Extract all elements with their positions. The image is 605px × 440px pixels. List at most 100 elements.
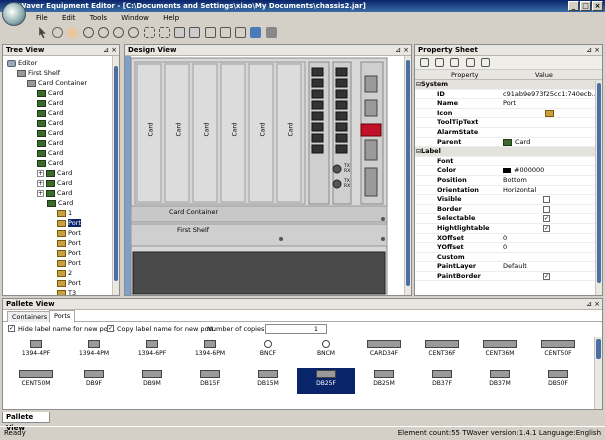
- pin-icon[interactable]: ⊿: [586, 299, 592, 310]
- property-checkbox[interactable]: ✓: [543, 215, 550, 223]
- property-checkbox[interactable]: ✓: [543, 272, 550, 280]
- property-row[interactable]: ID c91ab9e973f25cc1:740ecb...: [415, 90, 602, 100]
- property-row[interactable]: Font: [415, 157, 602, 167]
- property-row[interactable]: Custom: [415, 253, 602, 263]
- collapse-icon[interactable]: ⊟: [416, 80, 421, 90]
- collapse-all-icon[interactable]: [465, 58, 475, 67]
- property-checkbox[interactable]: [543, 205, 550, 213]
- property-row[interactable]: Color #000000: [415, 166, 602, 176]
- property-category[interactable]: System ⊟: [415, 80, 602, 90]
- tab-containers[interactable]: Containers: [7, 311, 53, 322]
- close-icon[interactable]: ×: [111, 45, 117, 56]
- refresh-icon[interactable]: [480, 58, 490, 67]
- property-value[interactable]: 0: [503, 234, 601, 244]
- property-scrollbar[interactable]: [595, 81, 602, 295]
- pallete-scrollbar-thumb[interactable]: [596, 339, 601, 359]
- pallete-item[interactable]: DB15F: [181, 368, 239, 394]
- zoom-out-icon[interactable]: [97, 27, 109, 38]
- property-category[interactable]: Label ⊟: [415, 147, 602, 157]
- pallete-item[interactable]: DB15M: [239, 368, 297, 394]
- pin-icon[interactable]: ⊿: [586, 45, 592, 56]
- tree-item[interactable]: Card: [7, 128, 119, 138]
- tree-item[interactable]: Port: [7, 278, 119, 288]
- tree-item[interactable]: Editor: [7, 58, 119, 68]
- tree-item[interactable]: T3: [7, 288, 119, 295]
- tree-item[interactable]: Card: [7, 198, 119, 208]
- tree-item[interactable]: Card Container: [7, 78, 119, 88]
- layout-icon[interactable]: [204, 27, 216, 38]
- zoom-tool-icon[interactable]: [52, 27, 64, 38]
- categorized-icon[interactable]: [420, 58, 429, 67]
- expand-all-icon[interactable]: [450, 58, 460, 67]
- pin-icon[interactable]: ⊿: [395, 45, 401, 56]
- pallete-item[interactable]: BNCF: [239, 338, 297, 364]
- property-row[interactable]: ToolTipText: [415, 118, 602, 128]
- align-left-icon[interactable]: [143, 27, 155, 38]
- select-tool-icon[interactable]: [39, 27, 46, 38]
- tree-item[interactable]: + Card: [7, 178, 119, 188]
- group-icon[interactable]: [174, 27, 186, 38]
- hide-label-checkbox[interactable]: ✓: [8, 325, 15, 332]
- property-value[interactable]: Default: [503, 262, 601, 272]
- tree-item[interactable]: Card: [7, 138, 119, 148]
- maximize-button[interactable]: □: [580, 1, 591, 11]
- property-row[interactable]: Visible: [415, 195, 602, 205]
- tree-scrollbar[interactable]: [112, 56, 119, 295]
- open-folder-icon[interactable]: [250, 27, 262, 38]
- collapse-icon[interactable]: ⊟: [416, 147, 421, 157]
- tree-item[interactable]: + Card: [7, 188, 119, 198]
- property-row[interactable]: Icon: [415, 109, 602, 119]
- pallete-item[interactable]: DB37M: [471, 368, 529, 394]
- pallete-item[interactable]: CENT50M: [7, 368, 65, 394]
- tree-item[interactable]: Port: [7, 218, 119, 228]
- pallete-item[interactable]: DB37F: [413, 368, 471, 394]
- property-row[interactable]: Position Bottom: [415, 176, 602, 186]
- expand-icon[interactable]: +: [37, 189, 44, 197]
- design-scrollbar[interactable]: [404, 56, 411, 295]
- property-row[interactable]: AlarmState: [415, 128, 602, 138]
- property-row[interactable]: PaintBorder ✓: [415, 272, 602, 282]
- property-row[interactable]: Name Port: [415, 99, 602, 109]
- pallete-item[interactable]: 1394-4PM: [65, 338, 123, 364]
- pallete-item[interactable]: DB50F: [529, 368, 587, 394]
- close-icon[interactable]: ×: [594, 299, 600, 310]
- save-icon[interactable]: [265, 27, 277, 38]
- ungroup-icon[interactable]: [189, 27, 201, 38]
- menu-file[interactable]: File: [36, 12, 48, 24]
- property-row[interactable]: Border: [415, 205, 602, 215]
- property-scrollbar-thumb[interactable]: [597, 83, 601, 283]
- pallete-item[interactable]: 1394-6PM: [181, 338, 239, 364]
- close-button[interactable]: ×: [592, 1, 603, 11]
- hand-tool-icon[interactable]: [67, 27, 79, 38]
- tree-item[interactable]: Card: [7, 108, 119, 118]
- property-row[interactable]: YOffset 0: [415, 243, 602, 253]
- pallete-scrollbar[interactable]: [594, 337, 602, 409]
- pallete-item[interactable]: CENT50F: [529, 338, 587, 364]
- property-row[interactable]: Orientation Horizontal: [415, 186, 602, 196]
- property-row[interactable]: XOffset 0: [415, 234, 602, 244]
- tree-scrollbar-thumb[interactable]: [114, 66, 118, 281]
- pallete-item[interactable]: CENT36M: [471, 338, 529, 364]
- tree-item[interactable]: 2: [7, 268, 119, 278]
- tree-item[interactable]: Card: [7, 118, 119, 128]
- property-row[interactable]: Parent Card: [415, 138, 602, 148]
- tree-item[interactable]: + Card: [7, 168, 119, 178]
- pallete-item[interactable]: DB25F: [297, 368, 355, 394]
- zoom-fit-icon[interactable]: [128, 27, 140, 38]
- tree-item[interactable]: Port: [7, 248, 119, 258]
- property-value[interactable]: Bottom: [503, 176, 601, 186]
- property-value[interactable]: c91ab9e973f25cc1:740ecb...: [503, 90, 601, 100]
- tree-item[interactable]: Card: [7, 148, 119, 158]
- menu-edit[interactable]: Edit: [62, 12, 76, 24]
- pallete-item[interactable]: CARD34F: [355, 338, 413, 364]
- property-value[interactable]: Horizontal: [503, 186, 601, 196]
- expand-icon[interactable]: +: [37, 179, 44, 187]
- pallete-view-bottom-tab[interactable]: Pallete View: [2, 412, 50, 432]
- property-value[interactable]: Port: [503, 99, 601, 109]
- tree-item[interactable]: Card: [7, 158, 119, 168]
- tree-item[interactable]: Card: [7, 88, 119, 98]
- property-value[interactable]: Card: [515, 138, 602, 148]
- align-right-icon[interactable]: [158, 27, 170, 38]
- pallete-item[interactable]: 1394-4PF: [7, 338, 65, 364]
- copy-label-checkbox[interactable]: ✓: [107, 325, 114, 332]
